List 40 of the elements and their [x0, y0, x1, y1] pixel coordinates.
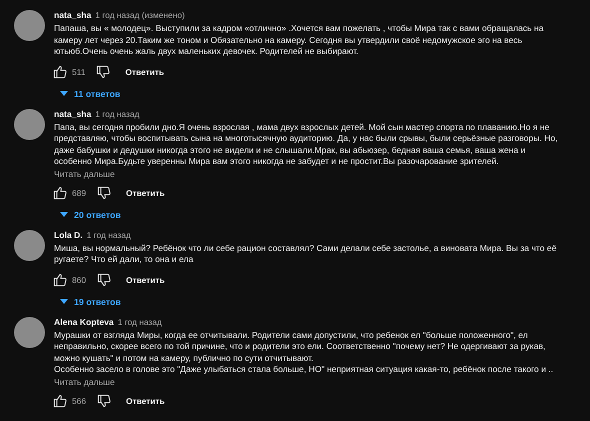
replies-toggle[interactable]: 11 ответов: [60, 88, 120, 98]
comment-text: Миша, вы нормальный? Ребёнок что ли себе рацион составлял? Сами делали себе застолье, а виновата Мира. Вы за что её ругаете? Что ей дали, то она и ела: [54, 242, 558, 266]
dislike-icon[interactable]: [96, 392, 112, 408]
avatar-icon[interactable]: [14, 108, 45, 140]
author-name[interactable]: nata_sha: [54, 10, 92, 20]
author-name[interactable]: nata_sha: [54, 108, 92, 118]
comment-text: Мурашки от взгляда Миры, когда ее отчитывали. Родители сами допустили, что ребенок ел "больше положенного", ел неправильно, скорее всего по той причине, что и родители это ели. Соответственно "почему нет? Не одергивают за рукав, можно кушать" и потом на камеру, публично по сути отчитывают. Особенно засело в голове это "Даже улыбаться стала больше, НО" неприятная ситуация какая-то, ребёнок после такого и ..: [54, 330, 554, 376]
like-count: 566: [72, 396, 86, 406]
like-icon[interactable]: [52, 64, 68, 80]
dislike-icon[interactable]: [96, 184, 112, 200]
reply-button[interactable]: Ответить: [126, 396, 165, 406]
comment-time[interactable]: 1 год назад: [118, 316, 162, 326]
comment-time[interactable]: 1 год назад: [95, 108, 140, 118]
avatar-icon[interactable]: [14, 10, 45, 41]
like-count: 689: [72, 188, 86, 198]
reply-button[interactable]: Ответить: [125, 66, 164, 76]
like-count: 511: [72, 66, 86, 76]
read-more-link[interactable]: Читать дальше: [54, 376, 115, 386]
replies-toggle[interactable]: 19 ответов: [60, 296, 121, 306]
comment-time[interactable]: 1 год назад (изменено): [95, 10, 185, 20]
read-more-link[interactable]: Читать дальше: [54, 168, 115, 178]
dislike-icon[interactable]: [95, 64, 112, 80]
avatar-icon[interactable]: [14, 230, 45, 260]
caret-icon: [60, 91, 68, 96]
comment-text: Папаша, вы « молодец». Выступили за кадром «отлично» .Хочется вам пожелать , чтобы Мира так с вами обращалась на камеру лет через 20.Таким же тоном и Обязательно на камеру. Сегодня вы утвердили своё недомужское эго на весь ютьюб.Очень очень жаль двух маленьких девочек. Родителей не выбирают.: [54, 23, 545, 58]
caret-icon: [60, 212, 68, 217]
comment-time[interactable]: 1 год назад: [86, 230, 131, 240]
dislike-icon[interactable]: [96, 272, 112, 288]
caret-icon: [60, 299, 68, 304]
avatar-icon[interactable]: [14, 316, 45, 348]
comment-text: Папа, вы сегодня пробили дно.Я очень взрослая , мама двух взрослых детей. Мой сын мастер спорта по плаванию.Но я не представляю, чтобы воспитывать сына на многотысячную аудиторию. Да, у нас были срывы, были серьёзные разговоры. Но, даже бабушки и дедушки никогда этого не видели и не слышали.Мрак, вы абьюзер, бедная ваша семья, ваша жена и особенно Мира.Будьте уверенны Мира вам этого никогда не забудет и не простит.Вы разочарование зрителей.: [54, 122, 559, 168]
like-icon[interactable]: [52, 392, 68, 408]
like-icon[interactable]: [52, 184, 68, 200]
like-count: 860: [72, 274, 86, 284]
reply-button[interactable]: Ответить: [126, 188, 165, 198]
reply-button[interactable]: Ответить: [126, 274, 165, 284]
like-icon[interactable]: [52, 272, 68, 288]
author-name[interactable]: Lola D.: [54, 230, 83, 240]
replies-toggle[interactable]: 20 ответов: [60, 210, 121, 220]
author-name[interactable]: Alena Kopteva: [54, 316, 114, 326]
